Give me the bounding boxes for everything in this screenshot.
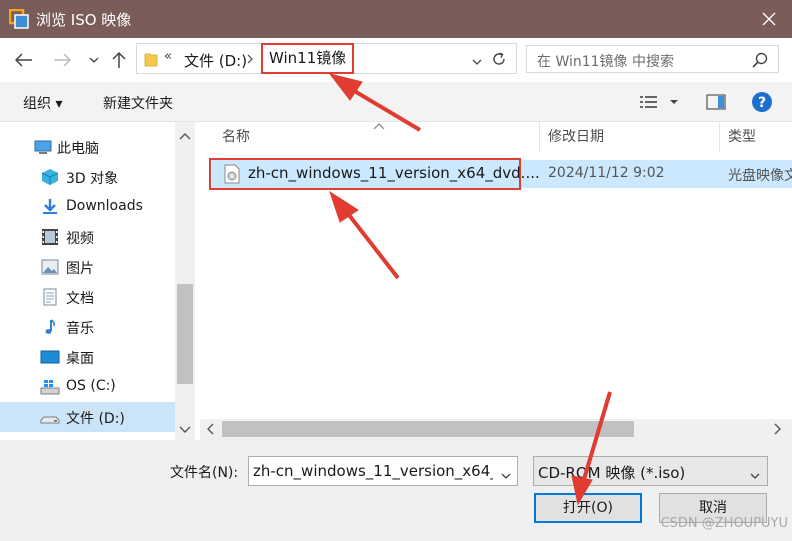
command-toolbar: 组织 ▾ 新建文件夹 ?: [0, 82, 792, 122]
chevron-down-icon[interactable]: [501, 467, 511, 483]
sidebar-item-drive-d[interactable]: 文件 (D:): [0, 402, 175, 432]
sidebar-item-documents[interactable]: 文档: [0, 282, 175, 312]
sidebar-item-label: 图片: [66, 261, 94, 277]
column-header-name[interactable]: 名称: [214, 122, 540, 152]
sidebar-item-label: Downloads: [66, 198, 143, 214]
navigation-pane: 此电脑 3D 对象 Downloads 视频 图片 文档 音乐 桌面 OS (C…: [0, 122, 196, 440]
file-type: 光盘映像文: [728, 168, 792, 184]
music-icon: [40, 318, 60, 336]
scroll-up-icon[interactable]: [179, 128, 191, 144]
view-dropdown-icon[interactable]: [669, 95, 679, 111]
disc-image-icon: [223, 164, 241, 188]
filename-value: zh-cn_windows_11_version_x64_c: [253, 462, 493, 480]
sidebar-item-pictures[interactable]: 图片: [0, 252, 175, 282]
file-list: 名称 修改日期 类型 zh-cn_windows_11_version_x64_…: [197, 122, 792, 440]
breadcrumb-overflow[interactable]: «: [164, 49, 172, 64]
search-placeholder: 在 Win11镜像 中搜索: [537, 54, 675, 70]
new-folder-button[interactable]: 新建文件夹: [103, 93, 173, 113]
download-icon: [40, 198, 60, 216]
title-bar: 浏览 ISO 映像: [0, 0, 792, 38]
close-icon[interactable]: [746, 0, 792, 38]
sidebar-item-label: 桌面: [66, 351, 94, 367]
sidebar-item-label: 音乐: [66, 321, 94, 337]
scroll-right-icon[interactable]: [774, 423, 782, 439]
sidebar-item-downloads[interactable]: Downloads: [0, 192, 175, 222]
sidebar-item-label: 此电脑: [57, 141, 99, 157]
svg-text:?: ?: [758, 95, 766, 111]
file-type-select[interactable]: CD-ROM 映像 (*.iso): [533, 456, 768, 486]
back-arrow-icon[interactable]: [14, 50, 34, 70]
sidebar-item-drive-c[interactable]: OS (C:): [0, 372, 175, 402]
organize-button[interactable]: 组织 ▾: [23, 93, 62, 113]
sidebar-item-videos[interactable]: 视频: [0, 222, 175, 252]
sidebar-item-label: 视频: [66, 231, 94, 247]
sidebar-item-label: 文件 (D:): [66, 411, 125, 427]
view-options-icon[interactable]: [639, 94, 659, 114]
column-header-type[interactable]: 类型: [720, 122, 792, 152]
sidebar-item-label: OS (C:): [66, 378, 116, 394]
windows-drive-icon: [40, 378, 60, 396]
scrollbar-thumb[interactable]: [177, 284, 193, 384]
computer-icon: [33, 138, 53, 156]
breadcrumb-folder[interactable]: Win11镜像: [261, 43, 355, 74]
chevron-right-icon[interactable]: [247, 52, 253, 68]
video-icon: [40, 228, 60, 246]
chevron-down-icon[interactable]: [750, 467, 760, 483]
filename-input[interactable]: zh-cn_windows_11_version_x64_c: [248, 456, 518, 486]
file-type-value: CD-ROM 映像 (*.iso): [538, 464, 686, 482]
document-icon: [40, 288, 60, 306]
sidebar-scrollbar[interactable]: [175, 122, 195, 440]
sidebar-item-desktop[interactable]: 桌面: [0, 342, 175, 372]
sidebar-item-label: 3D 对象: [66, 171, 119, 187]
column-header-date[interactable]: 修改日期: [540, 122, 720, 152]
window-title: 浏览 ISO 映像: [36, 11, 132, 29]
forward-arrow-icon[interactable]: [52, 50, 72, 70]
address-dropdown-icon[interactable]: [472, 53, 482, 69]
file-date: 2024/11/12 9:02: [548, 165, 665, 181]
sidebar-item-this-pc[interactable]: 此电脑: [0, 132, 175, 162]
address-bar[interactable]: « 文件 (D:) Win11镜像: [136, 43, 517, 74]
scroll-down-icon[interactable]: [179, 422, 191, 438]
drive-icon: [40, 408, 60, 426]
sidebar-item-music[interactable]: 音乐: [0, 312, 175, 342]
pictures-icon: [40, 258, 60, 276]
preview-pane-icon[interactable]: [706, 94, 726, 114]
help-icon[interactable]: ?: [751, 91, 773, 117]
breadcrumb-drive[interactable]: 文件 (D:): [184, 50, 247, 71]
chevron-down-icon[interactable]: [84, 50, 104, 70]
desktop-icon: [40, 348, 60, 366]
horizontal-scrollbar[interactable]: [200, 419, 792, 440]
file-row[interactable]: zh-cn_windows_11_version_x64_dvd.... 202…: [209, 158, 792, 190]
up-arrow-icon[interactable]: [109, 50, 129, 70]
scroll-left-icon[interactable]: [206, 423, 214, 439]
folder-icon: [144, 51, 158, 71]
sidebar-item-3d-objects[interactable]: 3D 对象: [0, 162, 175, 192]
watermark: CSDN @ZHOUPUYU: [660, 516, 788, 531]
scrollbar-thumb[interactable]: [222, 421, 634, 437]
vmware-icon: [8, 8, 29, 29]
search-icon[interactable]: [752, 52, 768, 72]
open-button[interactable]: 打开(O): [534, 493, 642, 523]
refresh-icon[interactable]: [490, 50, 508, 72]
file-name: zh-cn_windows_11_version_x64_dvd....: [248, 164, 540, 182]
search-input[interactable]: 在 Win11镜像 中搜索: [526, 45, 779, 73]
filename-label: 文件名(N):: [170, 465, 239, 481]
3d-objects-icon: [40, 168, 60, 186]
sidebar-item-label: 文档: [66, 291, 94, 307]
